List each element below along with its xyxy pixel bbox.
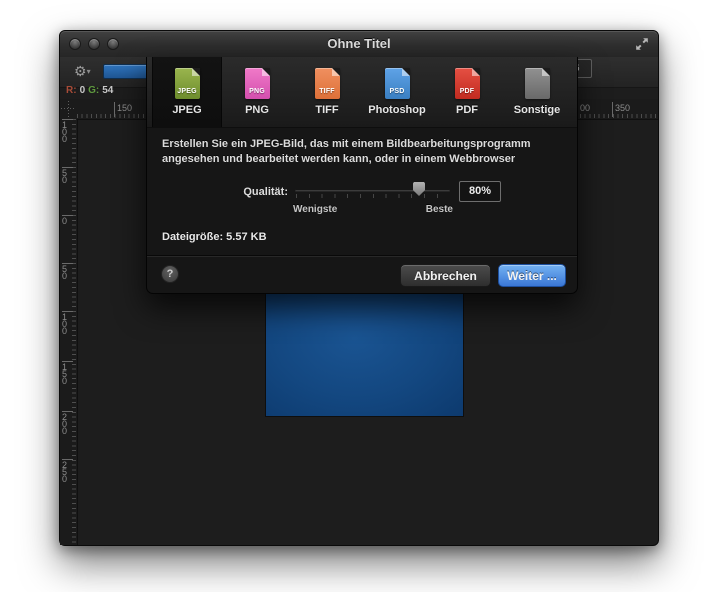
red-channel-label: R: — [66, 85, 77, 96]
slider-tickmarks — [296, 194, 449, 198]
ruler-corner — [60, 99, 77, 119]
format-badge: JPEG — [175, 88, 200, 95]
file-size-label: Dateigröße: 5.57 KB — [162, 231, 267, 243]
format-item[interactable]: TIFF TIFF — [292, 57, 362, 127]
format-item[interactable]: PNG PNG — [222, 57, 292, 127]
format-badge: PDF — [455, 88, 480, 95]
format-label: Sonstige — [514, 104, 560, 116]
format-label: PDF — [456, 104, 478, 116]
red-channel-value: 0 — [80, 85, 86, 96]
format-description: Erstellen Sie ein JPEG-Bild, das mit ein… — [162, 137, 566, 167]
format-item[interactable]: PSD Photoshop — [362, 57, 432, 127]
app-window: Ohne Titel ⚙▾ 6 R:0G:54 15000350 1 0 05 … — [59, 30, 659, 546]
slider-track[interactable] — [295, 189, 450, 191]
description-line-2: angesehen und bearbeitet werden kann, od… — [162, 152, 566, 167]
file-format-icon: PDF — [455, 68, 480, 99]
continue-button[interactable]: Weiter ... — [498, 264, 566, 287]
window-title: Ohne Titel — [60, 36, 658, 51]
ruler-label: 1 5 0 — [62, 361, 73, 385]
ruler-label: 5 0 — [62, 167, 73, 184]
file-format-icon: PSD — [385, 68, 410, 99]
titlebar[interactable]: Ohne Titel — [60, 31, 658, 58]
export-dialog: JPEG JPEG PNG PNG TIFF TIFF PSD Photosho… — [146, 57, 578, 294]
gear-menu-button[interactable]: ⚙▾ — [74, 61, 91, 82]
format-badge: PSD — [385, 88, 410, 95]
format-label: PNG — [245, 104, 269, 116]
ruler-label: 1 0 0 — [62, 119, 73, 143]
green-channel-value: 54 — [102, 85, 113, 96]
canvas-blue-rectangle[interactable] — [266, 291, 463, 416]
format-badge: TIFF — [315, 88, 340, 95]
file-format-icon — [525, 68, 550, 99]
cancel-button[interactable]: Abbrechen — [400, 264, 491, 287]
ruler-label: 2 5 0 — [62, 459, 73, 483]
format-row: JPEG JPEG PNG PNG TIFF TIFF PSD Photosho… — [147, 57, 577, 128]
ruler-label: 5 0 — [62, 263, 73, 280]
file-format-icon: PNG — [245, 68, 270, 99]
vertical-ruler: 1 0 0 5 0 0 5 0 1 0 0 1 5 0 2 0 0 2 5 0 — [60, 119, 78, 545]
format-label: JPEG — [172, 104, 201, 116]
quality-value-field[interactable]: 80% — [459, 181, 501, 202]
slider-min-label: Wenigste — [293, 204, 337, 215]
ruler-label: 150 — [114, 102, 132, 117]
chevron-down-icon: ▾ — [87, 67, 91, 76]
slider-range-labels: Wenigste Beste — [293, 204, 453, 215]
format-label: TIFF — [315, 104, 338, 116]
ruler-label: 2 0 0 — [62, 411, 73, 435]
file-format-icon: TIFF — [315, 68, 340, 99]
format-item[interactable]: Sonstige — [502, 57, 572, 127]
dialog-footer: ? Abbrechen Weiter ... — [147, 256, 577, 293]
ruler-label: 00 — [577, 102, 590, 117]
color-readout: R:0G:54 — [66, 85, 116, 99]
format-item[interactable]: JPEG JPEG — [152, 57, 222, 127]
ruler-label: 1 0 0 — [62, 311, 73, 335]
quality-label: Qualität: — [147, 186, 288, 198]
description-line-1: Erstellen Sie ein JPEG-Bild, das mit ein… — [162, 137, 566, 152]
fullscreen-icon[interactable] — [634, 36, 650, 52]
format-item[interactable]: PDF PDF — [432, 57, 502, 127]
file-format-icon: JPEG — [175, 68, 200, 99]
format-label: Photoshop — [368, 104, 425, 116]
desktop: Ohne Titel ⚙▾ 6 R:0G:54 15000350 1 0 05 … — [0, 0, 715, 592]
ruler-label: 350 — [612, 102, 630, 117]
help-button[interactable]: ? — [161, 265, 179, 283]
ruler-label: 0 — [62, 215, 73, 225]
slider-max-label: Beste — [426, 204, 453, 215]
green-channel-label: G: — [88, 85, 99, 96]
format-badge: PNG — [245, 88, 270, 95]
color-swatch[interactable] — [103, 64, 149, 79]
quality-slider[interactable] — [295, 181, 450, 201]
